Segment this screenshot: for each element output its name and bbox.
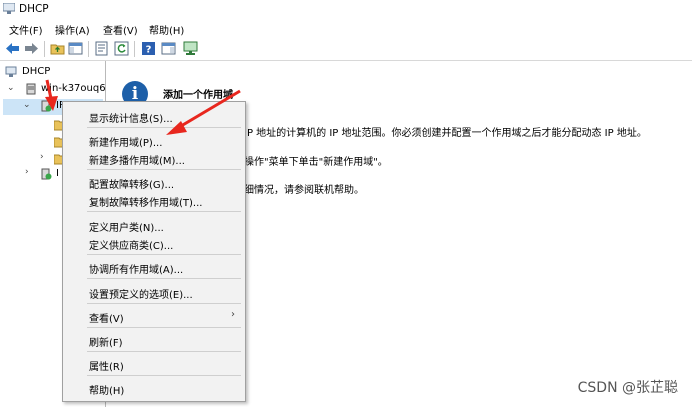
toolbar-separator: [134, 41, 135, 57]
menu-bar: 文件(F) 操作(A) 查看(V) 帮助(H): [0, 20, 692, 37]
ipv4-node-icon: [41, 100, 52, 112]
submenu-arrow-icon: ›: [231, 309, 235, 320]
window-title: DHCP: [19, 3, 49, 15]
menu-item-new-scope[interactable]: 新建作用域(P)...: [89, 134, 162, 149]
menu-separator: [87, 127, 241, 128]
watermark: CSDN @张芷聪: [577, 380, 678, 396]
menu-item-set-predefined-options[interactable]: 设置预定义的选项(E)...: [89, 286, 193, 301]
show-hide-tree-icon[interactable]: [68, 41, 83, 56]
pane-description-line2: 操作"菜单下单击"新建作用域"。: [244, 157, 388, 168]
menu-separator: [87, 169, 241, 170]
menu-file[interactable]: 文件(F): [9, 22, 43, 37]
pane-description-line1: IP 地址的计算机的 IP 地址范围。你必须创建并配置一个作用域之后才能分配动态…: [244, 128, 647, 139]
menu-help[interactable]: 帮助(H): [149, 22, 184, 37]
dhcp-root-icon: [5, 66, 17, 77]
menu-separator: [87, 351, 241, 352]
chevron-down-icon[interactable]: ⌄: [23, 100, 31, 110]
menu-item-help[interactable]: 帮助(H): [89, 382, 124, 397]
pane-description-line3: 细情况，请参阅联机帮助。: [244, 185, 364, 196]
chevron-right-icon[interactable]: ›: [40, 152, 44, 162]
tree-item-dhcp-root[interactable]: DHCP: [3, 65, 103, 81]
menu-separator: [87, 278, 241, 279]
chevron-down-icon[interactable]: ⌄: [7, 83, 15, 93]
tree-label-dhcp: DHCP: [22, 66, 51, 77]
context-menu: 显示统计信息(S)... 新建作用域(P)... 新建多播作用域(M)... 配…: [62, 101, 246, 402]
tree-item-server[interactable]: ⌄ win-k37ouq6: [3, 82, 106, 98]
help-icon[interactable]: ?: [141, 41, 156, 56]
menu-separator: [87, 375, 241, 376]
server-icon: [26, 83, 36, 95]
menu-item-refresh[interactable]: 刷新(F): [89, 334, 123, 349]
refresh-icon[interactable]: [114, 41, 129, 56]
action-pane-icon[interactable]: [161, 41, 176, 56]
tree-label-server: win-k37ouq6: [41, 83, 106, 94]
menu-separator: [87, 303, 241, 304]
pane-title: 添加一个作用域: [163, 90, 233, 101]
toolbar-separator: [88, 41, 89, 57]
tree-label-ipv6: I: [56, 168, 59, 179]
menu-item-show-statistics[interactable]: 显示统计信息(S)...: [89, 110, 173, 125]
menu-separator: [87, 327, 241, 328]
forward-arrow-icon[interactable]: [24, 41, 39, 56]
menu-action[interactable]: 操作(A): [55, 22, 90, 37]
menu-item-define-user-classes[interactable]: 定义用户类(N)...: [89, 219, 164, 234]
menu-item-view[interactable]: 查看(V): [89, 310, 124, 325]
folder-up-icon[interactable]: [50, 41, 65, 56]
menu-item-reconcile-all-scopes[interactable]: 协调所有作用域(A)...: [89, 261, 183, 276]
menu-separator: [87, 254, 241, 255]
dhcp-app-icon: [3, 3, 15, 14]
ipv6-node-icon: [41, 168, 52, 180]
menu-separator: [87, 211, 241, 212]
toolbar-separator: [44, 41, 45, 57]
menu-item-define-vendor-classes[interactable]: 定义供应商类(C)...: [89, 237, 173, 252]
menu-view[interactable]: 查看(V): [103, 22, 138, 37]
toolbar: ?: [0, 38, 692, 61]
chevron-right-icon[interactable]: ›: [25, 167, 29, 177]
svg-text:?: ?: [146, 45, 152, 56]
menu-item-new-multicast-scope[interactable]: 新建多播作用域(M)...: [89, 152, 185, 167]
menu-item-replicate-failover-scopes[interactable]: 复制故障转移作用域(T)...: [89, 194, 202, 209]
menu-item-properties[interactable]: 属性(R): [89, 358, 124, 373]
menu-item-configure-failover[interactable]: 配置故障转移(G)...: [89, 176, 174, 191]
monitor-icon[interactable]: [183, 41, 198, 56]
properties-icon[interactable]: [94, 41, 109, 56]
title-bar: DHCP: [0, 0, 692, 18]
back-arrow-icon[interactable]: [5, 41, 20, 56]
